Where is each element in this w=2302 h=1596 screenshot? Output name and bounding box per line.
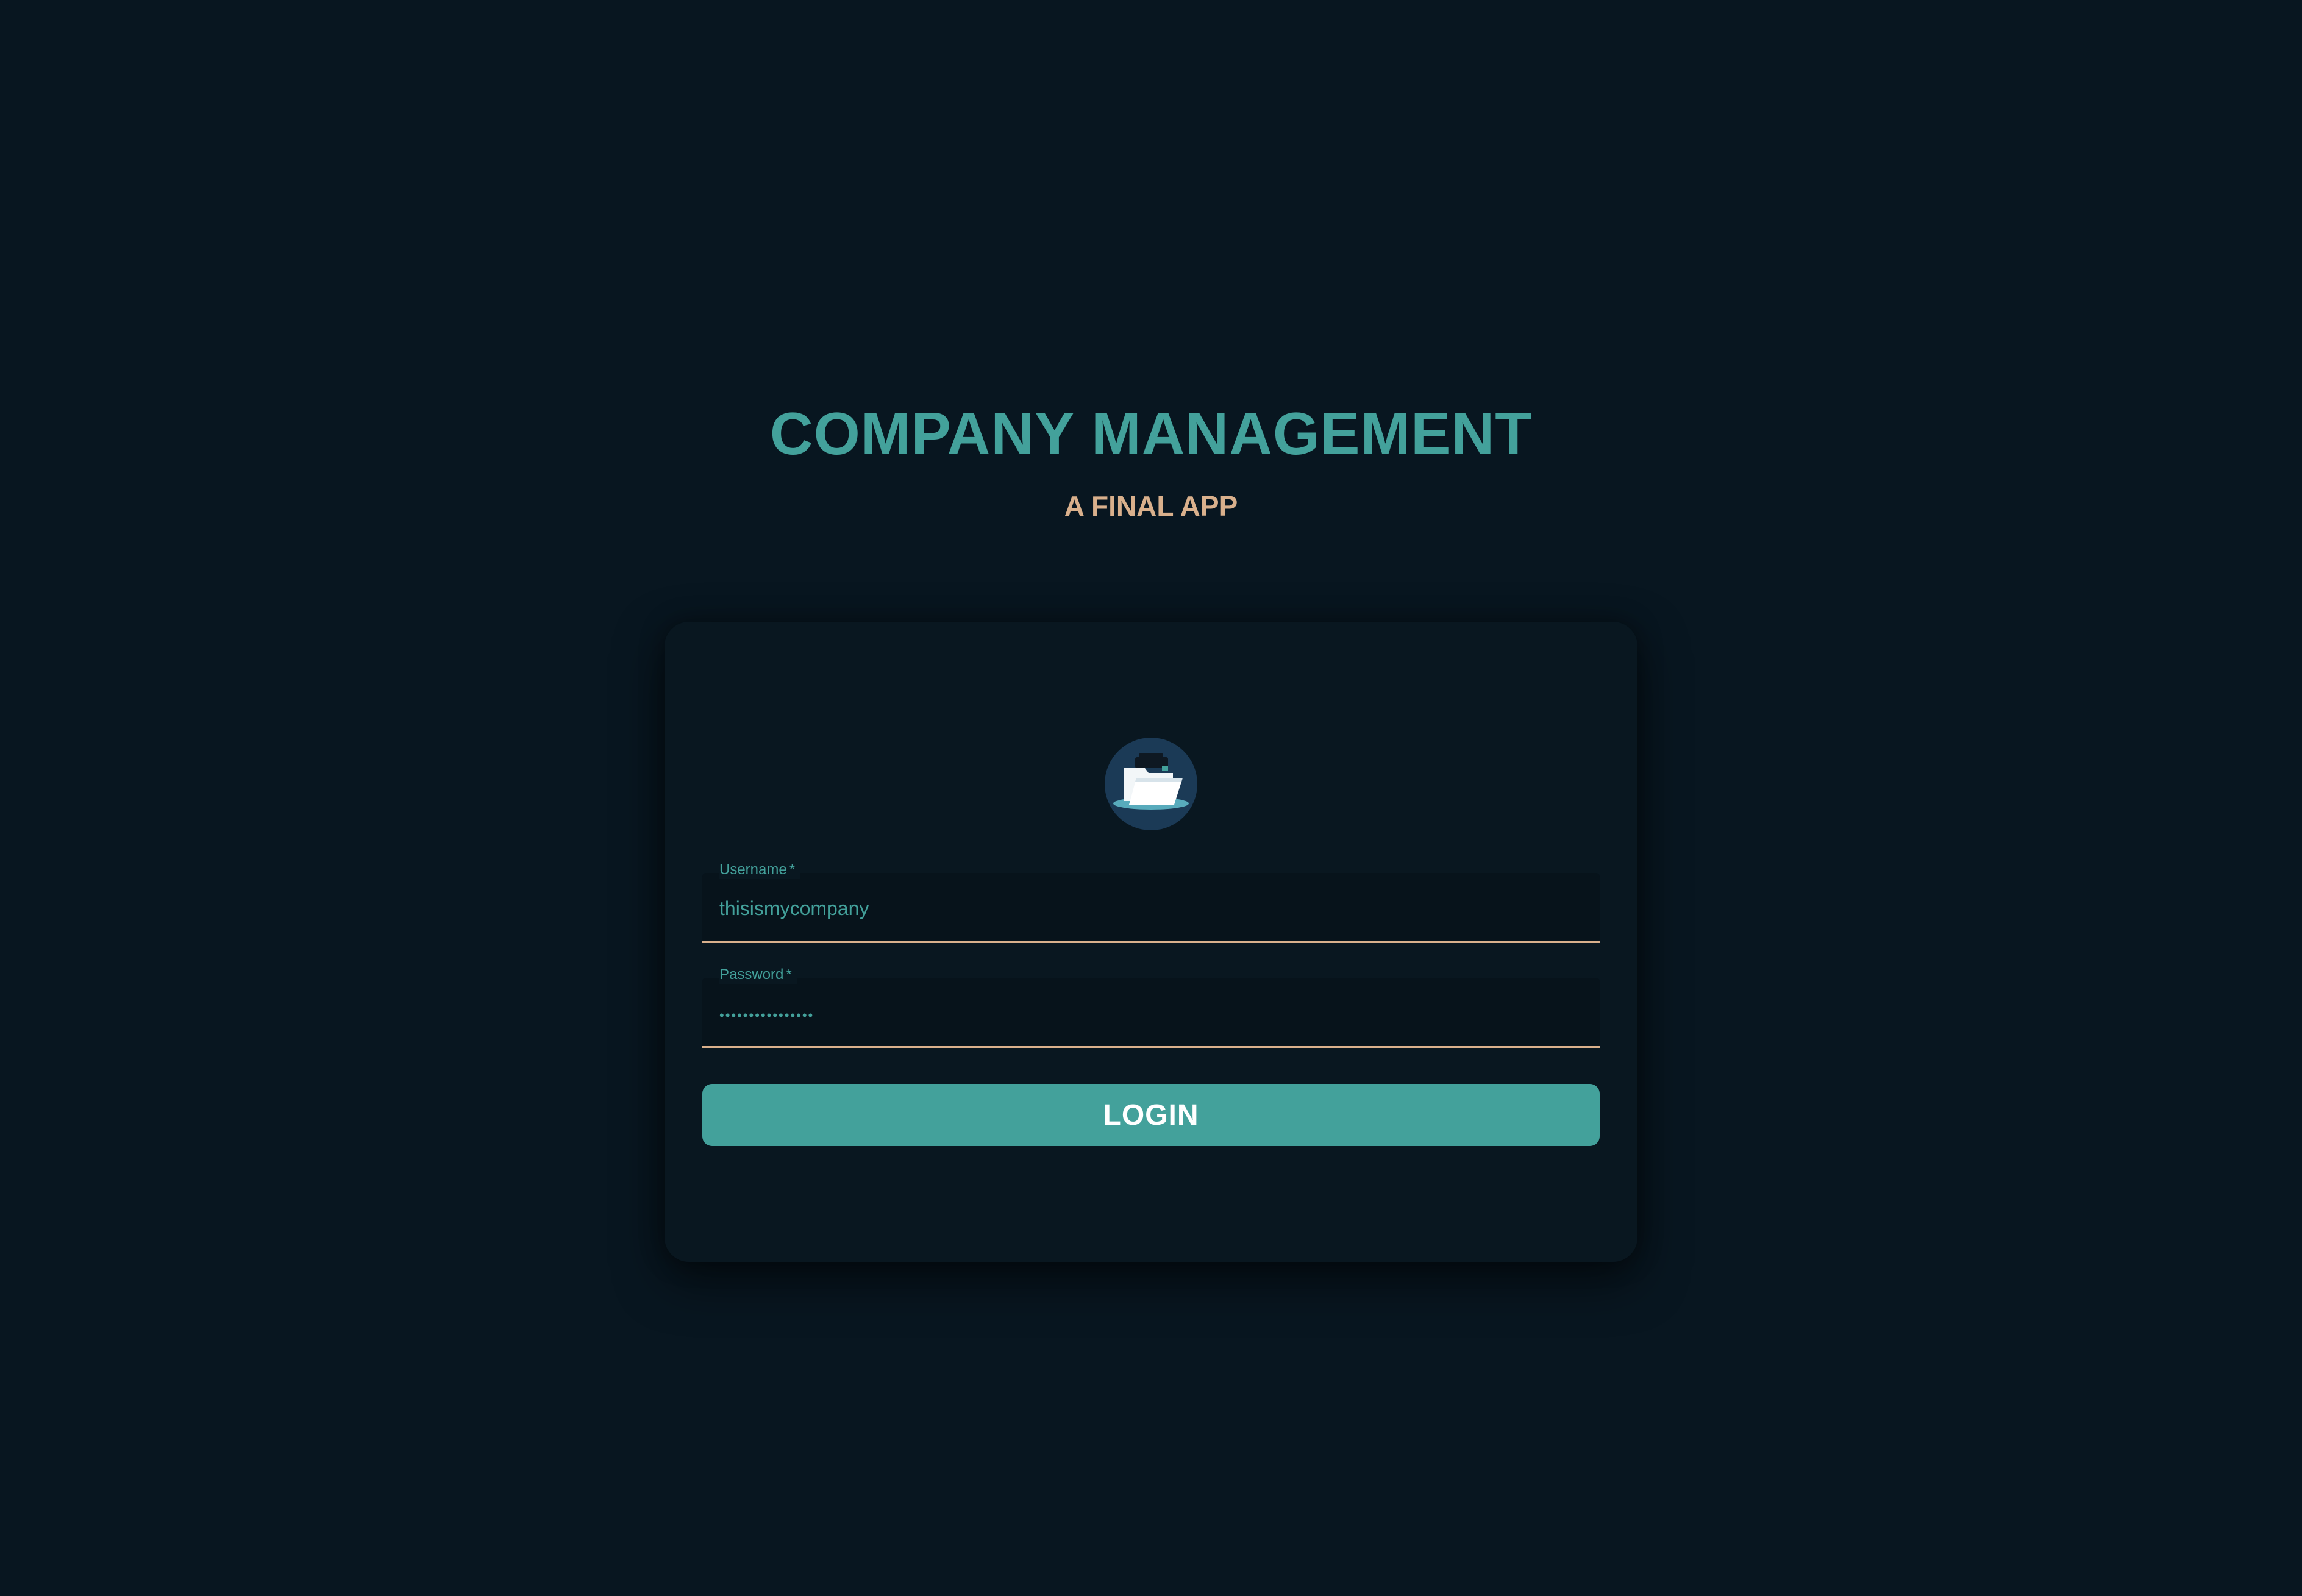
password-field[interactable]: Password * •••••••••••••••• [702,966,1600,1048]
folder-icon [1113,753,1189,810]
login-button[interactable]: LOGIN [702,1084,1600,1146]
required-mark: * [786,966,792,983]
username-label: Username * [719,861,800,879]
username-field[interactable]: Username * [702,861,1600,943]
login-card: Username* Password* •••••••••••••••• LOG… [665,622,1637,1262]
password-label: Password * [719,966,797,984]
username-input[interactable] [719,895,1573,922]
app-title: COMPANY MANAGEMENT [769,400,1533,467]
app-subtitle: A FINAL APP [1064,490,1238,522]
required-mark: * [789,861,796,878]
avatar [1105,738,1197,830]
password-input[interactable]: •••••••••••••••• [719,1002,1573,1029]
